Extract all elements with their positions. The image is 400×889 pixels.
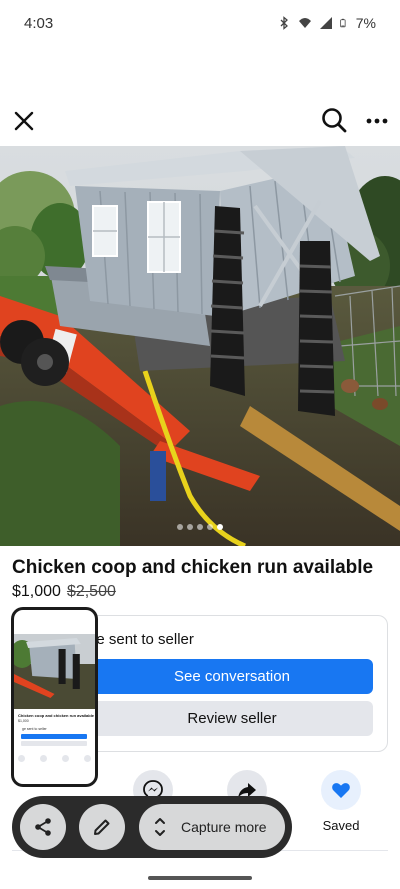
capture-more-label: Capture more: [181, 819, 267, 835]
share-nodes-icon: [35, 818, 51, 836]
chicken-coop-photo: [0, 146, 400, 546]
screen: 4:03 7% Chicken coop and chicken run ava…: [0, 0, 400, 889]
search-icon[interactable]: [320, 106, 348, 134]
share-screenshot-button[interactable]: [20, 804, 66, 850]
listing-title: Chicken coop and chicken run available: [12, 557, 374, 578]
pagination-dot: [207, 524, 213, 530]
pagination-dot: [197, 524, 203, 530]
pagination-dot: [177, 524, 183, 530]
signal-icon: [319, 17, 332, 29]
thumbnail-title: Chicken coop and chicken run available: [18, 713, 95, 718]
capture-more-button[interactable]: Capture more: [139, 804, 285, 850]
photo-pagination: [0, 524, 400, 530]
screenshot-toolbar: Capture more: [12, 796, 292, 858]
thumbnail-photo: [14, 634, 95, 709]
message-sent-status: ge sent to seller: [88, 631, 194, 648]
close-icon[interactable]: [12, 108, 36, 134]
pencil-icon: [94, 819, 110, 835]
screenshot-thumbnail[interactable]: Chicken coop and chicken run available $…: [11, 607, 98, 787]
message-card: ge sent to seller See conversation Revie…: [60, 615, 388, 752]
price-row: $1,000 $2,500: [12, 583, 116, 601]
see-conversation-button[interactable]: See conversation: [91, 659, 373, 694]
thumbnail-message: ge sent to seller: [22, 727, 47, 731]
original-price: $2,500: [66, 583, 116, 600]
thumbnail-actions: [18, 755, 91, 762]
bluetooth-icon: [280, 16, 288, 30]
heart-icon: [332, 783, 350, 798]
battery-percent: 7%: [355, 15, 376, 31]
review-seller-button[interactable]: Review seller: [91, 701, 373, 736]
more-icon[interactable]: [364, 108, 390, 134]
thumbnail-price: $1,000: [18, 719, 29, 723]
listing-photo[interactable]: [0, 146, 400, 546]
expand-vertical-icon: [155, 818, 165, 836]
top-nav: [0, 100, 400, 144]
wifi-icon: [298, 18, 311, 28]
status-time: 4:03: [24, 14, 54, 32]
home-indicator[interactable]: [148, 876, 252, 880]
saved-label: Saved: [322, 818, 360, 833]
status-bar: 4:03 7%: [0, 0, 400, 46]
edit-screenshot-button[interactable]: [79, 804, 125, 850]
status-icons: 7%: [277, 15, 376, 31]
thumbnail-secondary-button: [21, 741, 87, 746]
pagination-dot: [217, 524, 223, 530]
listing-price: $1,000: [12, 583, 61, 600]
thumbnail-primary-button: [21, 734, 87, 739]
battery-icon: [340, 18, 346, 28]
saved-action[interactable]: Saved: [311, 770, 371, 833]
pagination-dot: [187, 524, 193, 530]
